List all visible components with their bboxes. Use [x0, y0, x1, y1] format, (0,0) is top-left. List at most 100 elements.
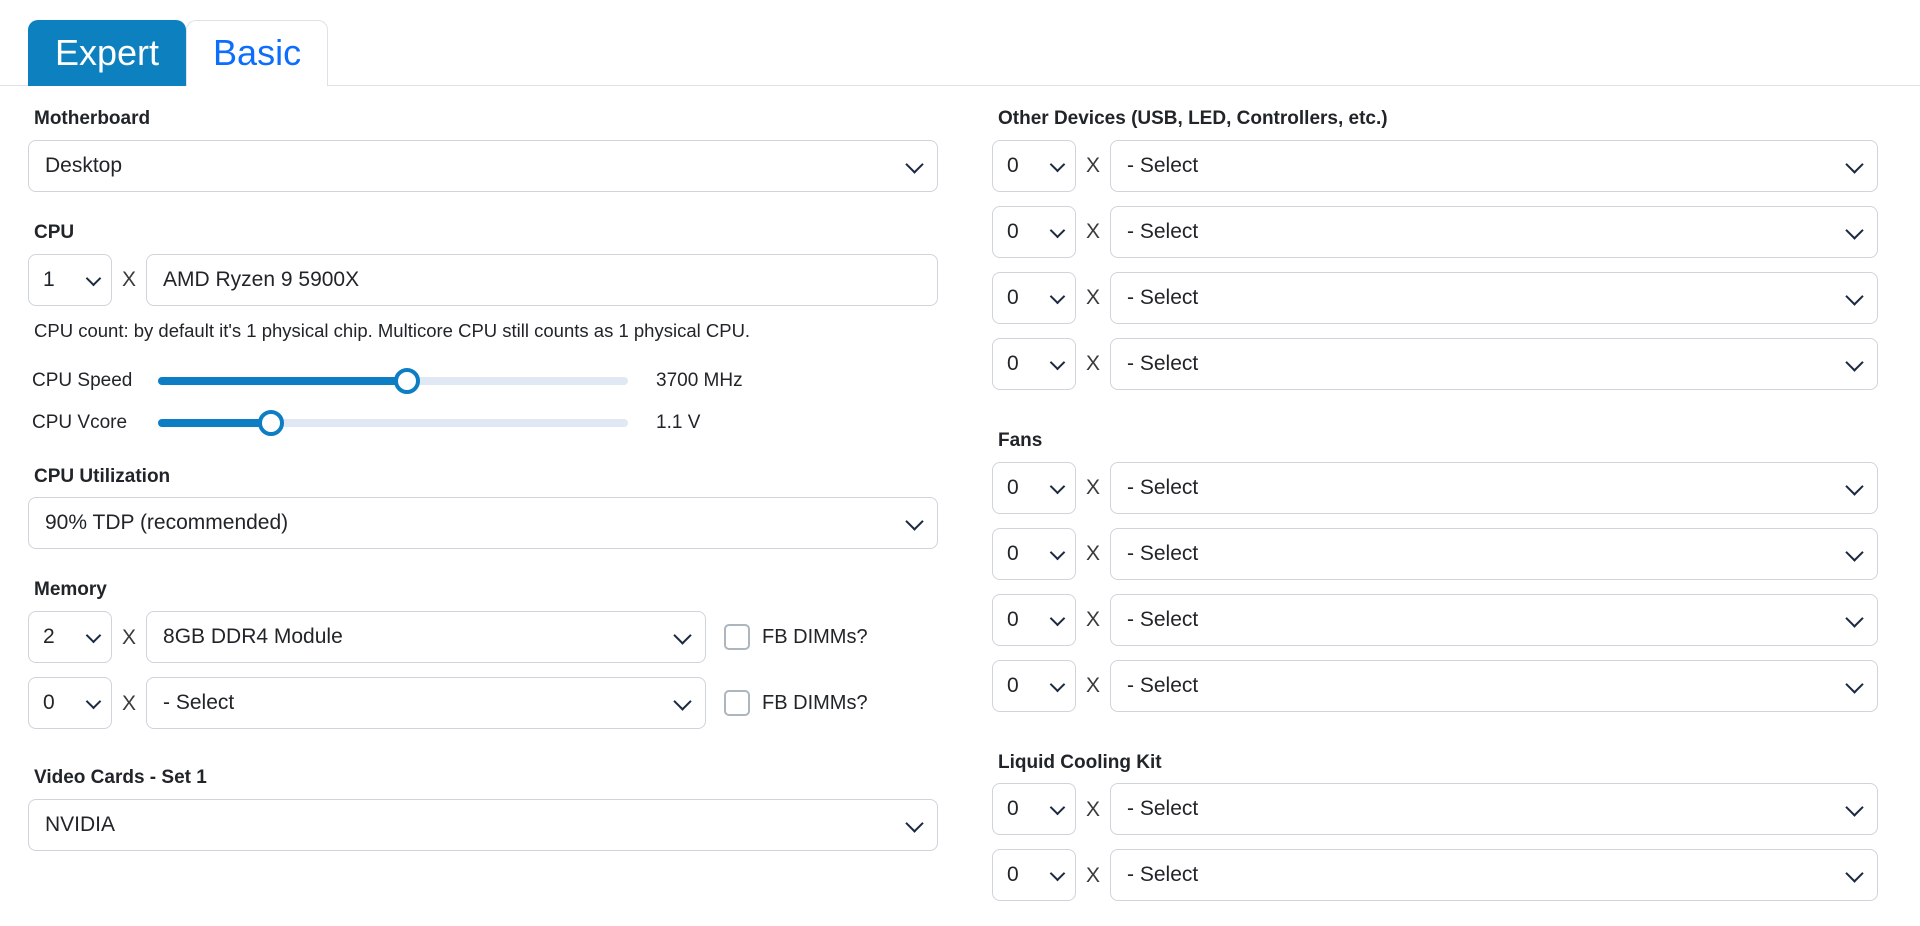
fb-dimms-checkbox-1[interactable]	[724, 624, 751, 651]
fan-count-value-3: 0	[1007, 607, 1019, 631]
fan-count-select-4[interactable]: 0	[992, 659, 1076, 712]
memory-count-select-2[interactable]: 0	[28, 677, 112, 730]
right-column: Other Devices (USB, LED, Controllers, et…	[938, 86, 1878, 915]
chevron-down-icon	[1845, 674, 1864, 694]
fan-multiplier-3: X	[1086, 608, 1101, 632]
other-device-select-4[interactable]: - Select	[1110, 337, 1878, 390]
fan-select-4[interactable]: - Select	[1110, 659, 1878, 712]
motherboard-select[interactable]: Desktop	[28, 139, 938, 192]
fan-count-value-4: 0	[1007, 673, 1019, 697]
other-device-multiplier-3: X	[1086, 286, 1101, 310]
chevron-down-icon	[1049, 354, 1066, 371]
fan-select-3[interactable]: - Select	[1110, 593, 1878, 646]
fan-count-value-1: 0	[1007, 475, 1019, 499]
fb-dimms-checkbox-wrap-2[interactable]: FB DIMMs?	[724, 690, 868, 717]
other-device-select-3[interactable]: - Select	[1110, 271, 1878, 324]
chevron-down-icon	[1845, 608, 1864, 628]
other-device-count-select-3[interactable]: 0	[992, 271, 1076, 324]
other-device-count-value-4: 0	[1007, 351, 1019, 375]
chevron-down-icon	[905, 814, 924, 833]
other-device-count-select-1[interactable]: 0	[992, 139, 1076, 192]
liquid-cooling-value-2: - Select	[1127, 863, 1199, 887]
memory-count-value-2: 0	[43, 691, 55, 715]
chevron-down-icon	[1049, 478, 1066, 494]
fan-count-select-2[interactable]: 0	[992, 527, 1076, 580]
video-cards-value: NVIDIA	[45, 812, 116, 836]
tab-basic[interactable]: Basic	[186, 20, 329, 86]
liquid-cooling-row: 0 X - Select	[992, 783, 1878, 836]
fb-dimms-label-1: FB DIMMs?	[762, 625, 868, 648]
chevron-down-icon	[1049, 288, 1066, 305]
cpu-helper-text: CPU count: by default it's 1 physical ch…	[34, 319, 751, 341]
chevron-down-icon	[1049, 866, 1066, 882]
slider-fill	[158, 418, 271, 427]
tab-basic-label: Basic	[213, 32, 302, 73]
chevron-down-icon	[1049, 800, 1066, 816]
memory-module-select-1[interactable]: 8GB DDR4 Module	[146, 611, 707, 664]
other-device-count-value-2: 0	[1007, 219, 1019, 243]
slider-thumb[interactable]	[257, 409, 284, 436]
fb-dimms-checkbox-wrap-1[interactable]: FB DIMMs?	[724, 624, 868, 651]
liquid-cooling-count-value-1: 0	[1007, 797, 1019, 821]
cpu-row: 1 X AMD Ryzen 9 5900X	[28, 253, 938, 306]
memory-row: 2 X 8GB DDR4 Module FB DIMMs?	[28, 611, 938, 664]
fb-dimms-label-2: FB DIMMs?	[762, 691, 868, 714]
memory-count-select-1[interactable]: 2	[28, 611, 112, 664]
video-cards-select[interactable]: NVIDIA	[28, 798, 938, 851]
memory-multiplier-symbol-2: X	[122, 691, 137, 715]
other-device-multiplier-2: X	[1086, 220, 1101, 244]
cpu-speed-value: 3700 MHz	[656, 369, 743, 391]
chevron-down-icon	[673, 692, 692, 711]
chevron-down-icon	[85, 627, 102, 644]
chevron-down-icon	[1845, 353, 1864, 372]
liquid-cooling-select-2[interactable]: - Select	[1110, 849, 1878, 902]
form-columns: Motherboard Desktop CPU 1 X AMD Ryzen 9 …	[0, 86, 1920, 915]
video-cards-label: Video Cards - Set 1	[34, 767, 207, 789]
cpu-utilization-label: CPU Utilization	[34, 465, 171, 487]
fan-row: 0 X - Select	[992, 461, 1878, 514]
fan-row: 0 X - Select	[992, 593, 1878, 646]
tab-expert[interactable]: Expert	[28, 20, 187, 86]
cpu-speed-slider[interactable]	[158, 367, 628, 394]
other-device-select-2[interactable]: - Select	[1110, 205, 1878, 258]
fan-multiplier-2: X	[1086, 542, 1101, 566]
other-device-row: 0 X - Select	[992, 139, 1878, 192]
fan-count-select-3[interactable]: 0	[992, 593, 1076, 646]
memory-module-value-2: - Select	[163, 691, 235, 715]
cpu-vcore-slider[interactable]	[158, 409, 628, 436]
liquid-cooling-count-select-1[interactable]: 0	[992, 783, 1076, 836]
fan-count-select-1[interactable]: 0	[992, 461, 1076, 514]
cpu-utilization-value: 90% TDP (recommended)	[45, 511, 289, 535]
other-device-count-select-4[interactable]: 0	[992, 337, 1076, 390]
fan-select-2[interactable]: - Select	[1110, 527, 1878, 580]
other-device-select-1[interactable]: - Select	[1110, 139, 1878, 192]
cpu-vcore-slider-row: CPU Vcore 1.1 V	[32, 402, 938, 444]
chevron-down-icon	[1845, 798, 1864, 818]
cpu-speed-slider-row: CPU Speed 3700 MHz	[32, 360, 938, 402]
chevron-down-icon	[1845, 542, 1864, 562]
fan-select-1[interactable]: - Select	[1110, 461, 1878, 514]
cpu-count-select[interactable]: 1	[28, 253, 112, 306]
other-device-count-value-3: 0	[1007, 285, 1019, 309]
other-device-count-select-2[interactable]: 0	[992, 205, 1076, 258]
cpu-model-input[interactable]: AMD Ryzen 9 5900X	[146, 253, 938, 306]
chevron-down-icon	[1845, 476, 1864, 496]
other-device-row: 0 X - Select	[992, 205, 1878, 258]
memory-count-value-1: 2	[43, 625, 55, 649]
chevron-down-icon	[905, 155, 924, 174]
liquid-cooling-select-1[interactable]: - Select	[1110, 783, 1878, 836]
motherboard-label: Motherboard	[34, 108, 151, 129]
cpu-utilization-select[interactable]: 90% TDP (recommended)	[28, 497, 938, 550]
liquid-cooling-count-select-2[interactable]: 0	[992, 849, 1076, 902]
memory-module-select-2[interactable]: - Select	[146, 677, 707, 730]
slider-thumb[interactable]	[394, 367, 421, 394]
chevron-down-icon	[1845, 221, 1864, 240]
cpu-speed-label: CPU Speed	[32, 369, 133, 391]
fb-dimms-checkbox-2[interactable]	[724, 690, 751, 717]
other-device-row: 0 X - Select	[992, 337, 1878, 390]
chevron-down-icon	[1845, 864, 1864, 884]
chevron-down-icon	[1049, 544, 1066, 560]
fan-value-4: - Select	[1127, 673, 1199, 697]
